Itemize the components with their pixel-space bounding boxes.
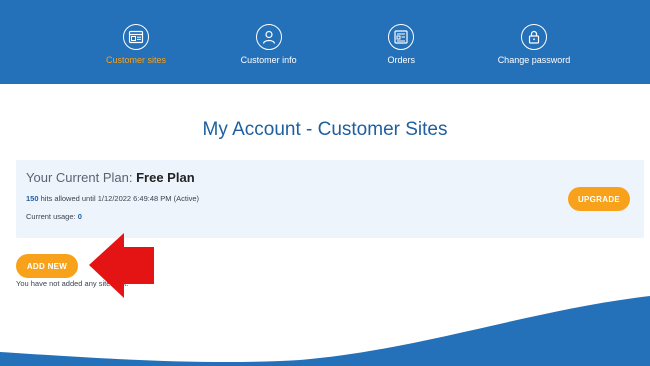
decorative-wave (0, 296, 650, 366)
